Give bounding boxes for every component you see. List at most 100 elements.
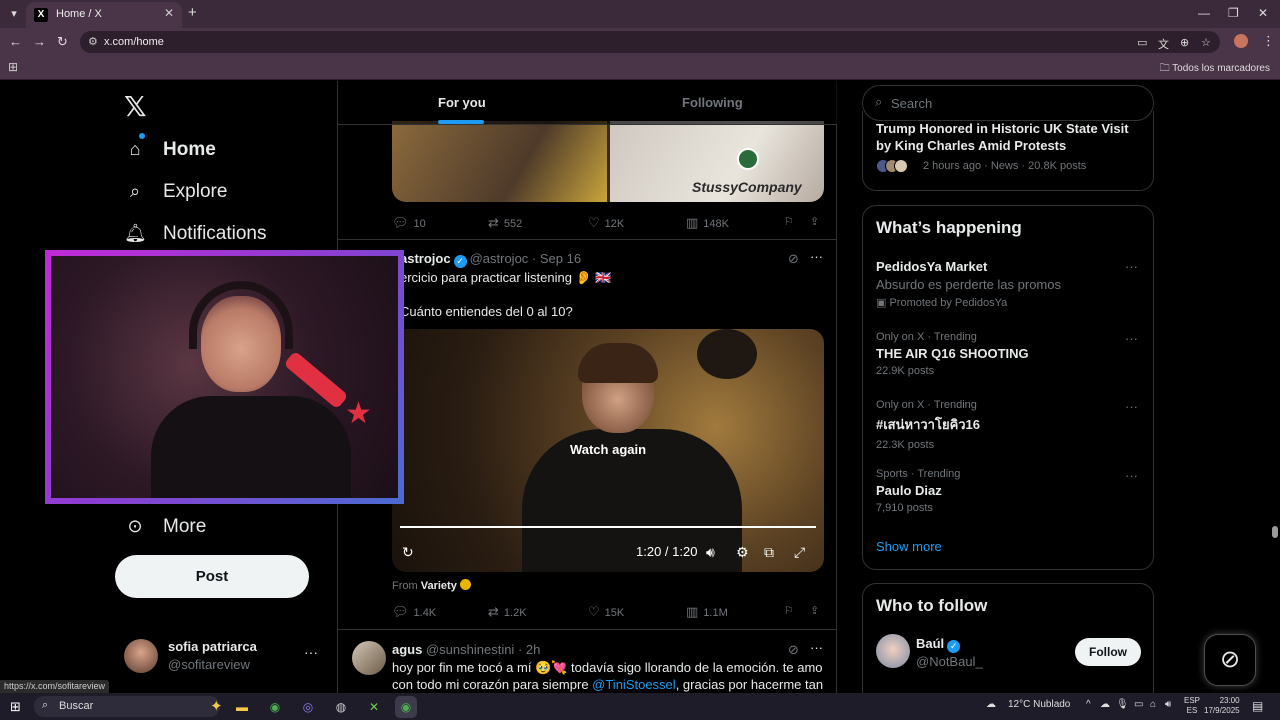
trend-more-icon[interactable]: ···: [1125, 259, 1138, 274]
translate-icon[interactable]: 文: [1158, 36, 1169, 52]
reload-icon[interactable]: ↻: [57, 34, 68, 50]
tweet-image[interactable]: StussyCompany: [392, 121, 824, 202]
apps-grid-icon[interactable]: ⊞: [8, 60, 18, 74]
tray-display-icon[interactable]: ▭: [1134, 699, 1143, 710]
like-button[interactable]: ♡ 15K: [588, 604, 624, 620]
account-switcher[interactable]: sofia patriarca @sofitareview ···: [124, 638, 324, 673]
news-card[interactable]: Trump Honored in Historic UK State Visit…: [862, 111, 1154, 191]
speaker-icon[interactable]: 🔊︎: [1165, 699, 1171, 710]
tray-chevron-icon[interactable]: ^: [1086, 699, 1091, 710]
taskbar-search[interactable]: ⌕ Buscar ✦: [34, 696, 223, 717]
profile-avatar[interactable]: [1234, 34, 1248, 48]
show-more-link[interactable]: Show more: [876, 539, 942, 554]
tweet-author[interactable]: agus: [392, 642, 422, 657]
weather-icon[interactable]: ☁: [986, 699, 996, 710]
trend-more-icon[interactable]: ···: [1125, 468, 1138, 483]
new-tab-icon[interactable]: +: [188, 4, 197, 21]
more-circle-icon: ⊙: [127, 516, 143, 536]
from-source[interactable]: Variety: [421, 580, 457, 592]
clock-time: 23:00: [1219, 696, 1240, 705]
grok-explain-icon[interactable]: ⊘: [788, 642, 799, 658]
minimize-icon[interactable]: —: [1198, 6, 1210, 20]
tab-search-icon[interactable]: ▾: [4, 4, 24, 24]
discord-icon[interactable]: ◎: [297, 696, 319, 718]
reply-button[interactable]: 💬︎ 1.4K: [392, 604, 436, 620]
settings-gear-icon[interactable]: ⚙: [736, 544, 749, 561]
account-more-icon[interactable]: ···: [304, 644, 318, 660]
suggestion-name[interactable]: Baúl ✓: [916, 636, 963, 653]
windows-start-icon[interactable]: ⊞: [10, 699, 21, 715]
grok-icon[interactable]: ⊘: [1204, 634, 1256, 686]
tweet-more-icon[interactable]: ···: [810, 249, 823, 264]
replay-icon[interactable]: ↻: [402, 544, 414, 561]
trend-more-icon[interactable]: ···: [1125, 399, 1138, 414]
watch-again-label[interactable]: Watch again: [392, 442, 824, 457]
pip-icon[interactable]: ⧉: [764, 544, 774, 561]
address-bar[interactable]: ⚙ x.com/home ▭ 文 ⊕ ☆: [80, 31, 1220, 53]
share-icon[interactable]: ⇪: [810, 215, 819, 228]
avatar[interactable]: [352, 641, 386, 675]
tweet-more-icon[interactable]: ···: [810, 640, 823, 655]
fullscreen-icon[interactable]: ⤢: [794, 544, 805, 561]
avatar[interactable]: [876, 634, 910, 668]
clock[interactable]: 23:00 17/9/2025: [1204, 696, 1240, 716]
scrollbar-thumb[interactable]: [1272, 526, 1278, 538]
repost-button[interactable]: ⇄ 552: [488, 215, 522, 231]
video-progress-bar[interactable]: [400, 526, 816, 528]
language-indicator[interactable]: ESP ES: [1184, 696, 1200, 716]
all-bookmarks[interactable]: 🗀 Todos los marcadores: [1160, 61, 1270, 78]
share-icon[interactable]: ⇪: [810, 604, 819, 617]
grok-explain-icon[interactable]: ⊘: [788, 251, 799, 267]
tweet-handle[interactable]: @sunshinestini: [426, 642, 514, 657]
obs-icon[interactable]: ◍: [330, 696, 352, 718]
weather-text[interactable]: 12°C Nublado: [1008, 699, 1070, 710]
search-input[interactable]: ⌕ Search: [862, 85, 1154, 121]
trend-item[interactable]: Only on X · Trending #เสน่หาวาโยคิว16 22…: [876, 399, 1146, 451]
volume-icon[interactable]: 🔊︎: [706, 544, 715, 561]
tab-following[interactable]: Following: [682, 95, 743, 110]
mention-link[interactable]: @TiniStoessel: [592, 677, 676, 692]
video-time: 1:20 / 1:20: [636, 544, 698, 559]
reply-button[interactable]: 💬︎ 10: [392, 215, 426, 231]
repost-button[interactable]: ⇄ 1.2K: [488, 604, 527, 620]
tab-for-you[interactable]: For you: [438, 95, 486, 110]
trend-item[interactable]: PedidosYa Market Absurdo es perderte las…: [876, 259, 1146, 309]
follow-button[interactable]: Follow: [1075, 638, 1141, 666]
close-window-icon[interactable]: ✕: [1258, 6, 1268, 20]
tweet-date[interactable]: · Sep 16: [532, 251, 581, 266]
chrome-active-icon[interactable]: ◉: [395, 696, 417, 718]
trend-category: Only on X · Trending: [876, 331, 977, 343]
restore-icon[interactable]: ❐: [1228, 6, 1239, 20]
bookmark-icon[interactable]: ⚐: [784, 604, 794, 617]
back-icon[interactable]: ←: [9, 34, 22, 49]
tray-mic-icon[interactable]: 🎙︎: [1116, 699, 1129, 710]
zoom-icon[interactable]: ⊕: [1180, 36, 1189, 49]
views-button[interactable]: ▥ 148K: [686, 215, 729, 231]
x-logo-icon[interactable]: 𝕏: [124, 90, 147, 123]
chrome-icon[interactable]: ◉: [264, 696, 286, 718]
browser-menu-icon[interactable]: ⋮: [1262, 33, 1275, 49]
network-icon[interactable]: ⌂: [1150, 699, 1156, 710]
site-info-icon[interactable]: ⚙: [88, 35, 98, 48]
forward-icon[interactable]: →: [33, 34, 46, 49]
bookmark-icon[interactable]: ⚐: [784, 215, 794, 228]
tweet-author[interactable]: astrojoc: [400, 251, 451, 266]
trend-more-icon[interactable]: ···: [1125, 331, 1138, 346]
video-player[interactable]: Watch again ↻ 1:20 / 1:20 🔊︎ ⚙ ⧉ ⤢: [392, 329, 824, 572]
cast-icon[interactable]: ▭: [1137, 36, 1147, 49]
tray-cloud-icon[interactable]: ☁: [1100, 699, 1110, 710]
bookmark-star-icon[interactable]: ☆: [1201, 36, 1211, 49]
trend-item[interactable]: Only on X · Trending THE AIR Q16 SHOOTIN…: [876, 331, 1146, 377]
views-button[interactable]: ▥ 1.1M: [686, 604, 728, 620]
tweet-date[interactable]: · 2h: [518, 642, 540, 657]
browser-tab[interactable]: X Home / X ✕: [26, 2, 182, 28]
close-tab-icon[interactable]: ✕: [164, 6, 174, 20]
notifications-icon[interactable]: ▤: [1252, 699, 1263, 713]
post-button[interactable]: Post: [115, 555, 309, 598]
file-explorer-icon[interactable]: ▬: [231, 696, 253, 718]
trend-item[interactable]: Sports · Trending Paulo Diaz 7,910 posts…: [876, 468, 1146, 514]
from-label: From: [392, 580, 418, 592]
xbox-icon[interactable]: ✕: [363, 696, 385, 718]
tweet-handle[interactable]: @astrojoc: [470, 251, 529, 266]
like-button[interactable]: ♡ 12K: [588, 215, 624, 231]
